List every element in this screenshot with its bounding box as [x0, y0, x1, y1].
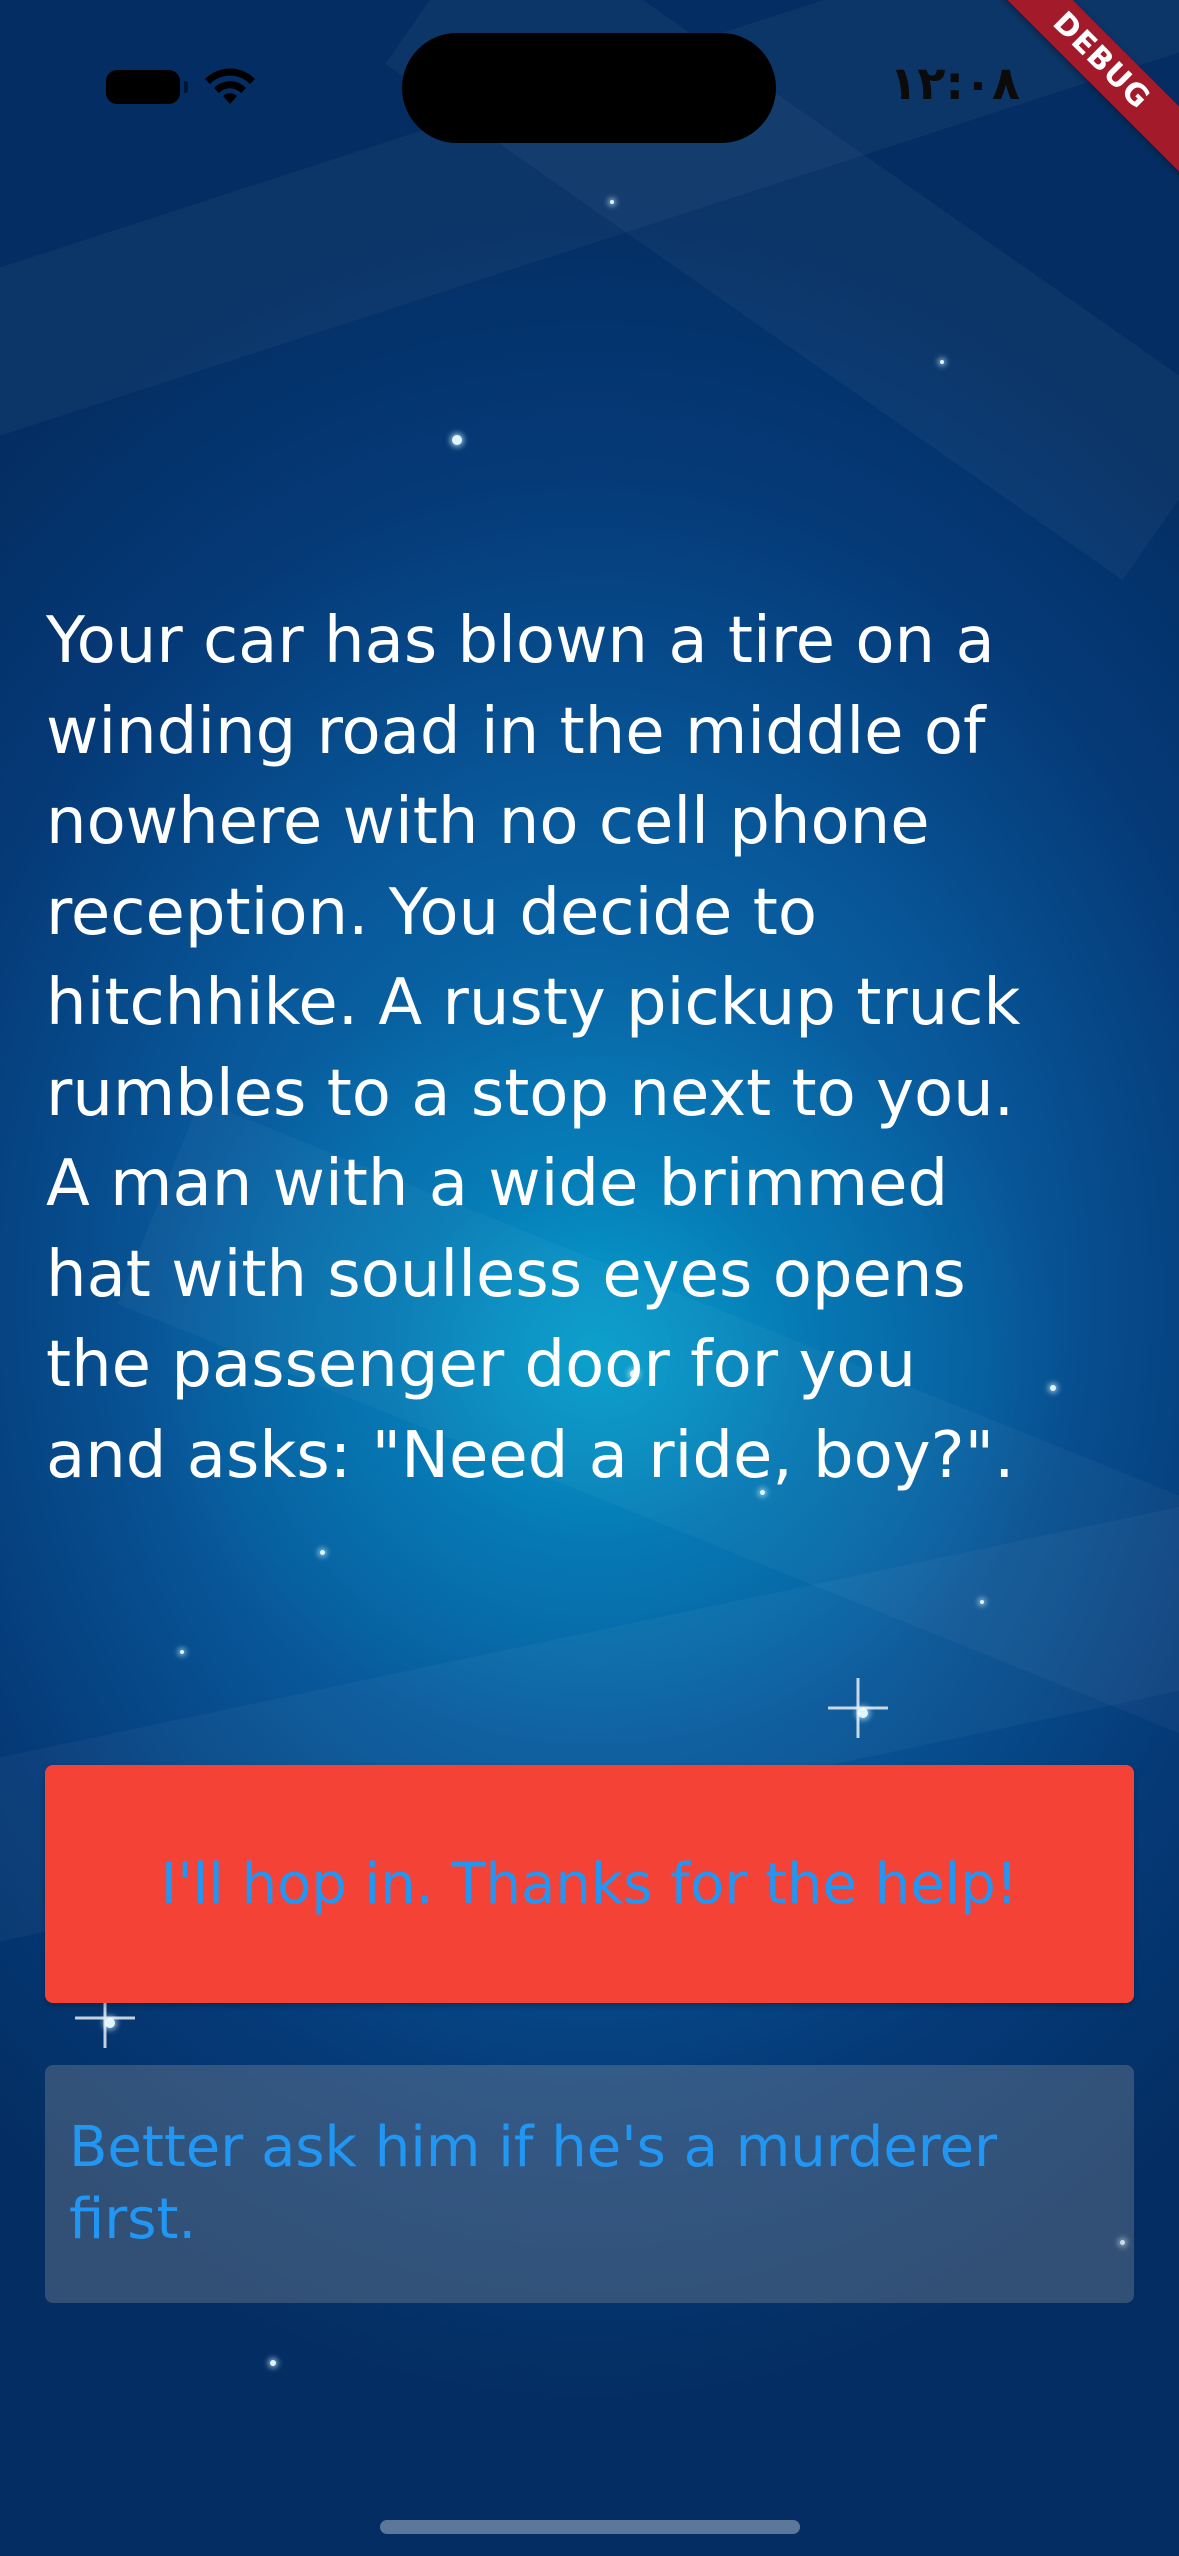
star — [980, 1600, 984, 1604]
story-text: Your car has blown a tire on a winding r… — [46, 604, 1021, 1493]
star — [320, 1550, 325, 1555]
battery-icon — [106, 70, 188, 104]
star — [452, 435, 462, 445]
choice-1-label: I'll hop in. Thanks for the help! — [160, 1851, 1019, 1917]
choice-2-button[interactable]: Better ask him if he's a murderer first. — [45, 2065, 1134, 2303]
star — [180, 1650, 184, 1654]
home-indicator[interactable] — [380, 2520, 800, 2534]
status-clock: ۱۲:۰۸ — [889, 56, 1020, 110]
status-bar: ۱۲:۰۸ — [0, 0, 1179, 150]
wifi-icon — [205, 68, 255, 104]
star — [270, 2360, 276, 2366]
choice-2-label: Better ask him if he's a murderer first. — [69, 2115, 998, 2252]
sparkle — [828, 1678, 888, 1738]
star — [940, 360, 944, 364]
choice-1-button[interactable]: I'll hop in. Thanks for the help! — [45, 1765, 1134, 2003]
dynamic-island — [402, 33, 776, 143]
star — [610, 200, 614, 204]
